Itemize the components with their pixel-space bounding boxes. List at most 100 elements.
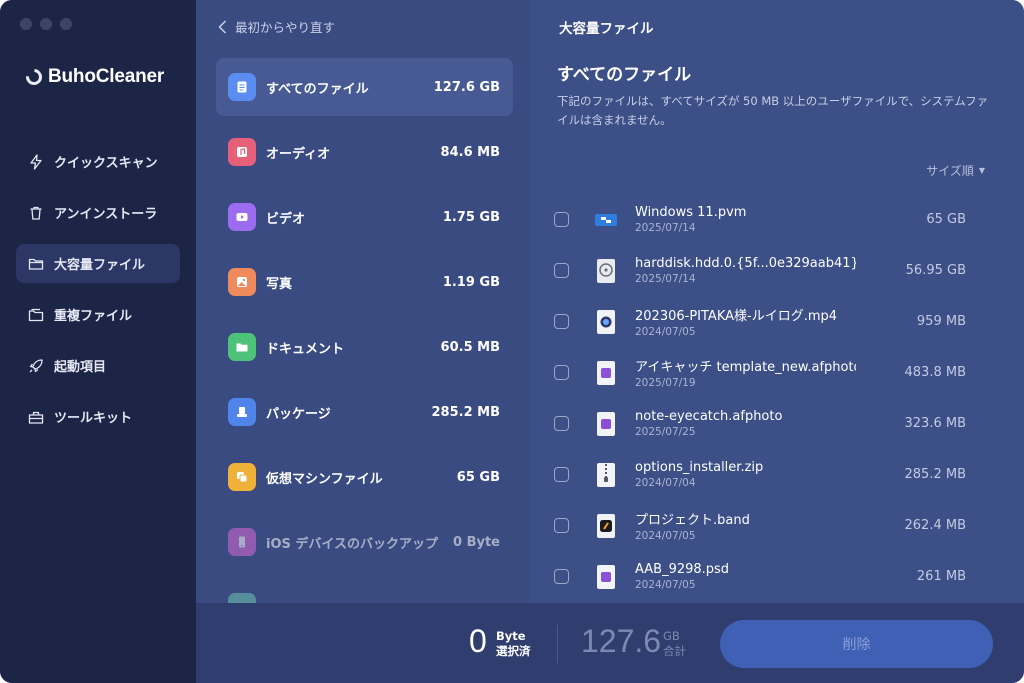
sidebar-item-duplicates[interactable]: 重複ファイル [16,295,180,334]
duplicate-folder-icon [28,307,44,323]
sidebar-item-label: ツールキット [54,411,133,426]
file-row[interactable]: Windows 11.pvm 2025/07/14 65 GB [554,194,1000,245]
file-name: options_installer.zip [635,460,764,475]
category-size: 0 Byte [453,534,500,550]
window-controls [20,18,72,30]
file-row[interactable]: 202306-PITAKA様-ルイログ.mp4 2024/07/05 959 M… [554,296,1000,347]
app-logo: BuhoCleaner [22,65,164,89]
file-size: 959 MB [916,314,966,329]
category-label: 仮想マシンファイル [266,471,383,487]
bottom-bar: 0 Byte 選択済 127.6 GB 合計 削除 [196,603,1024,683]
category-label: 写真 [266,276,293,292]
category-all-files[interactable]: すべてのファイル 127.6 GB [216,58,513,116]
sidebar-item-large-files[interactable]: 大容量ファイル [16,244,180,283]
sidebar-item-toolkit[interactable]: ツールキット [16,397,180,436]
total-size-label: GB 合計 [663,629,686,659]
file-meta: note-eyecatch.afphoto 2025/07/25 [635,409,856,438]
total-size-value: 127.6 [581,623,662,659]
file-name: Windows 11.pvm [635,205,747,220]
category-list: すべてのファイル 127.6 GB オーディオ 84.6 MB ビデオ 1.75… [216,58,513,603]
app-window: BuhoCleaner クイックスキャン アンインストーラ 大容量ファイル 重複… [0,0,1024,683]
logo-icon [22,65,46,89]
selected-caption: 選択済 [496,644,531,658]
file-size: 261 MB [916,569,966,584]
selected-unit: Byte [496,629,526,643]
file-date: 2025/07/19 [635,377,696,389]
category-partial[interactable] [216,578,513,603]
category-photos[interactable]: 写真 1.19 GB [216,253,513,311]
bolt-icon [28,153,44,170]
file-meta: AAB_9298.psd 2024/07/05 [635,562,856,591]
file-meta: harddisk.hdd.0.{5f...0e329aab41}.hds 202… [635,256,856,285]
file-checkbox[interactable] [554,365,569,380]
category-ios-backups[interactable]: iOS デバイスのバックアップ 0 Byte [216,513,513,571]
file-name: AAB_9298.psd [635,562,730,577]
file-name: 202306-PITAKA様-ルイログ.mp4 [635,309,838,324]
category-label: オーディオ [266,146,331,162]
file-row[interactable]: プロジェクト.band 2024/07/05 262.4 MB [554,500,1000,551]
sidebar-item-label: クイックスキャン [54,156,158,171]
file-size: 56.95 GB [905,263,966,278]
close-window-button[interactable] [20,18,32,30]
file-row[interactable]: note-eyecatch.afphoto 2025/07/25 323.6 M… [554,398,1000,449]
file-name: アイキャッチ template_new.afphoto [635,360,856,375]
start-over-button[interactable]: 最初からやり直す [218,17,335,36]
minimize-window-button[interactable] [40,18,52,30]
zoom-window-button[interactable] [60,18,72,30]
disk-file-icon [592,256,620,286]
file-date: 2025/07/25 [635,426,696,438]
file-meta: アイキャッチ template_new.afphoto 2025/07/19 [635,356,856,389]
file-row[interactable]: アイキャッチ template_new.afphoto 2025/07/19 4… [554,347,1000,398]
category-size: 65 GB [456,469,500,485]
category-size: 1.75 GB [442,209,500,225]
category-pane: 最初からやり直す すべてのファイル 127.6 GB オーディオ 84.6 MB [196,0,530,603]
category-size: 84.6 MB [440,144,500,160]
category-virtual-machines[interactable]: 仮想マシンファイル 65 GB [216,448,513,506]
sidebar-item-uninstaller[interactable]: アンインストーラ [16,193,180,232]
start-over-label: 最初からやり直す [235,20,336,35]
file-date: 2024/07/05 [635,579,696,591]
zip-file-icon [592,460,620,490]
file-row[interactable]: options_installer.zip 2024/07/04 285.2 M… [554,449,1000,500]
file-size: 65 GB [926,212,966,227]
folder-icon [228,333,256,361]
category-documents[interactable]: ドキュメント 60.5 MB [216,318,513,376]
category-label: すべてのファイル [266,81,369,97]
file-size: 262.4 MB [904,518,966,533]
category-audio[interactable]: オーディオ 84.6 MB [216,123,513,181]
file-date: 2024/07/05 [635,326,696,338]
file-checkbox[interactable] [554,569,569,584]
category-video[interactable]: ビデオ 1.75 GB [216,188,513,246]
photo-icon [228,268,256,296]
video-file-icon [592,307,620,337]
divider [557,625,558,663]
category-label: ビデオ [266,211,306,227]
sidebar-item-label: 大容量ファイル [54,258,146,273]
sort-dropdown[interactable]: サイズ順 ▼ [926,162,985,179]
sidebar-item-startup[interactable]: 起動項目 [16,346,180,385]
category-size: 127.6 GB [433,79,500,95]
delete-button[interactable]: 削除 [720,620,993,668]
file-size: 483.8 MB [904,365,966,380]
play-icon [228,203,256,231]
category-packages[interactable]: パッケージ 285.2 MB [216,383,513,441]
file-checkbox[interactable] [554,314,569,329]
trash-icon [28,205,44,221]
file-checkbox[interactable] [554,518,569,533]
file-date: 2025/07/14 [635,222,696,234]
toolkit-icon [28,409,44,425]
file-row[interactable]: AAB_9298.psd 2024/07/05 261 MB [554,551,1000,602]
file-checkbox[interactable] [554,263,569,278]
psd-file-icon [592,562,620,592]
file-checkbox[interactable] [554,212,569,227]
file-checkbox[interactable] [554,416,569,431]
sidebar-item-quick-scan[interactable]: クイックスキャン [16,142,180,181]
sidebar-item-label: 起動項目 [54,360,107,375]
file-date: 2024/07/05 [635,530,696,542]
category-label: ドキュメント [266,341,345,357]
file-checkbox[interactable] [554,467,569,482]
file-row[interactable]: harddisk.hdd.0.{5f...0e329aab41}.hds 202… [554,245,1000,296]
sidebar: BuhoCleaner クイックスキャン アンインストーラ 大容量ファイル 重複… [0,0,196,683]
sidebar-nav: クイックスキャン アンインストーラ 大容量ファイル 重複ファイル 起動項目 ツー… [16,142,180,448]
category-label: iOS デバイスのバックアップ [266,536,439,552]
